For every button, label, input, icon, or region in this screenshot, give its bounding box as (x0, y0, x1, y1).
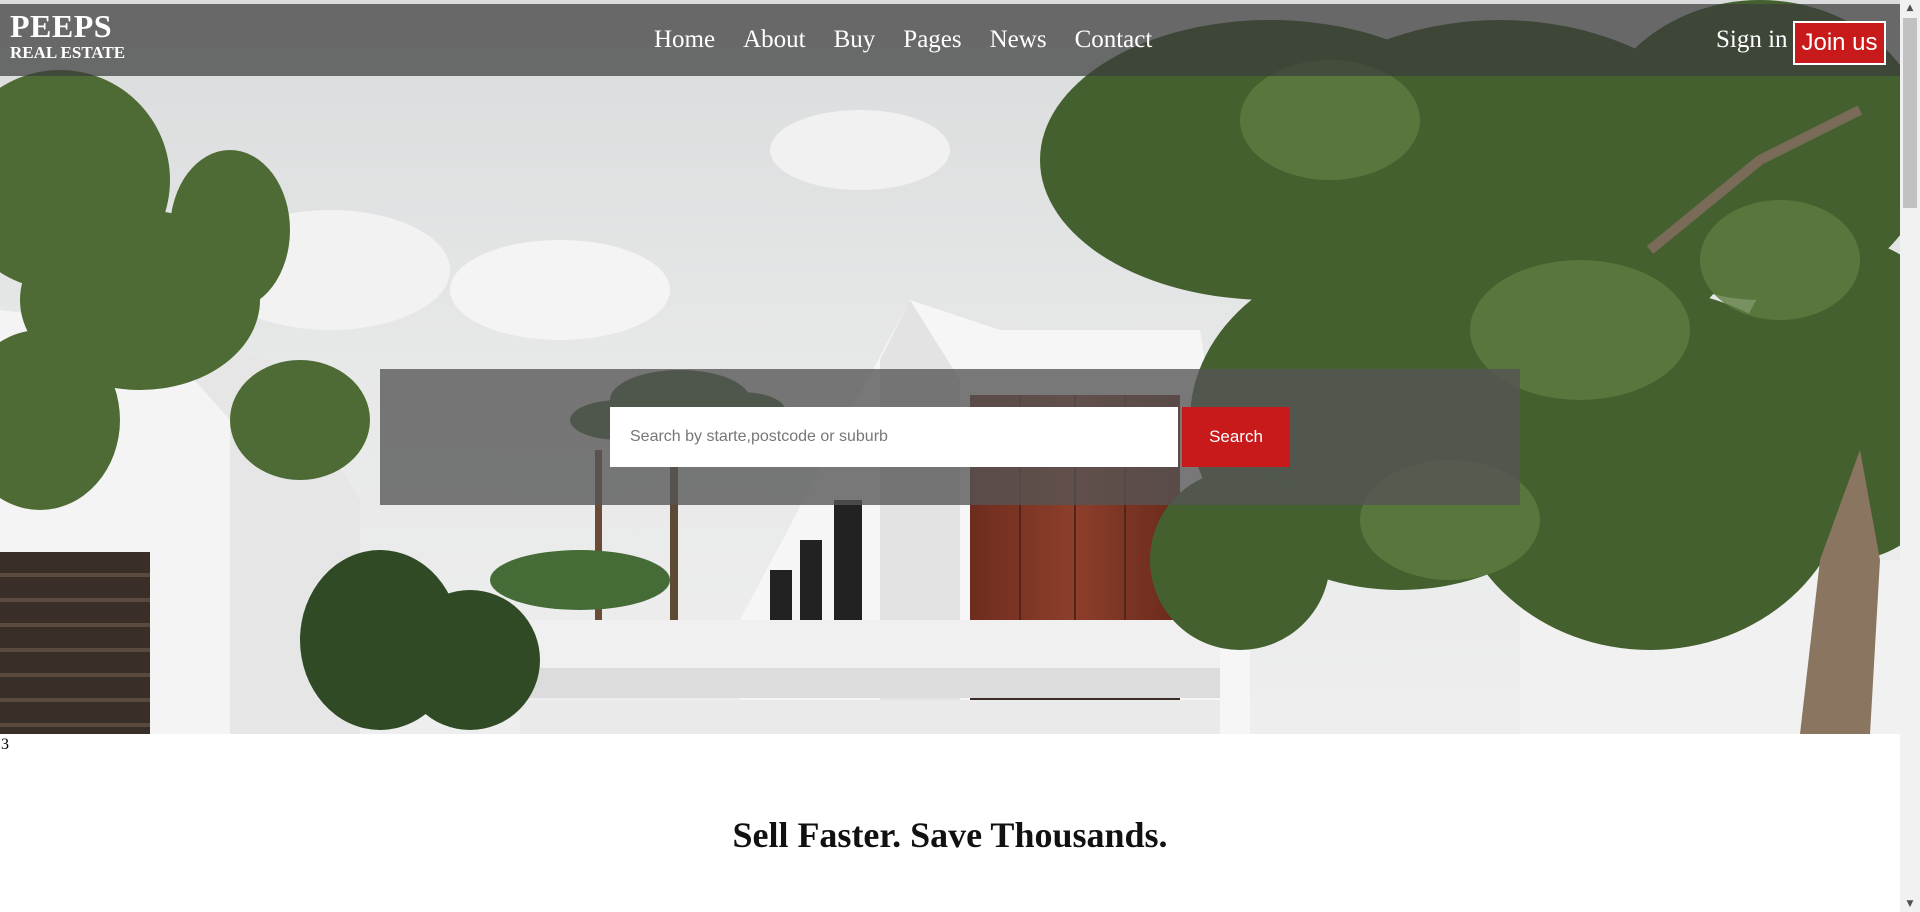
section-title: Sell Faster. Save Thousands. (732, 815, 1168, 855)
brand-title: PEEPS (10, 8, 113, 44)
nav-about[interactable]: About (743, 26, 806, 54)
brand-subtitle: REAL ESTATE (10, 43, 126, 62)
sign-in-link[interactable]: Sign in (1716, 26, 1788, 54)
brand-logo[interactable]: PEEPS REAL ESTATE (10, 10, 125, 61)
hero-house-photo (0, 0, 1900, 734)
scroll-up-icon[interactable]: ▲ (1900, 0, 1920, 16)
search-input[interactable] (610, 407, 1178, 467)
nav-news[interactable]: News (990, 26, 1047, 54)
main-nav: Home About Buy Pages News Contact (640, 4, 1166, 76)
search-panel: Search (380, 369, 1520, 505)
nav-contact[interactable]: Contact (1075, 26, 1153, 54)
scroll-down-icon[interactable]: ▼ (1900, 896, 1920, 912)
nav-home[interactable]: Home (654, 26, 715, 54)
nav-pages[interactable]: Pages (903, 26, 961, 54)
join-us-button[interactable]: Join us (1793, 21, 1886, 65)
vertical-scrollbar[interactable]: ▲ ▼ (1900, 0, 1920, 912)
hero-section: PEEPS REAL ESTATE Home About Buy Pages N… (0, 0, 1900, 734)
search-button[interactable]: Search (1182, 407, 1290, 467)
site-header: PEEPS REAL ESTATE Home About Buy Pages N… (0, 4, 1900, 76)
stray-text: 3 (1, 736, 9, 753)
scrollbar-thumb[interactable] (1903, 18, 1917, 208)
nav-buy[interactable]: Buy (834, 26, 876, 54)
page: PEEPS REAL ESTATE Home About Buy Pages N… (0, 0, 1900, 912)
